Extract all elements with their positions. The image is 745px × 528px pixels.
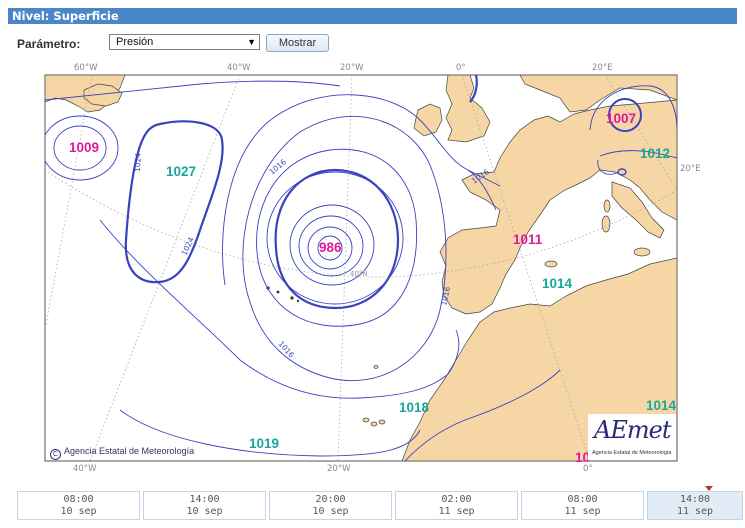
latitude-label: 40°N bbox=[350, 270, 368, 278]
copyright-notice: C Agencia Estatal de Meteorología bbox=[50, 446, 194, 460]
pressure-center-label: 1019 bbox=[249, 436, 279, 451]
mallorca-coast bbox=[544, 260, 558, 268]
timeline-slot-date: 11 sep bbox=[438, 506, 475, 517]
azores-island bbox=[276, 290, 280, 294]
dropdown-arrow-icon: ▼ bbox=[247, 37, 256, 47]
timeline-slot-time: 14:00 bbox=[679, 494, 711, 505]
longitude-label-top: 40°W bbox=[227, 63, 251, 73]
timeline-slot[interactable]: 14:00 10 sep bbox=[143, 491, 266, 520]
longitude-label-bottom: 20°W bbox=[327, 464, 351, 474]
timeline-slot-date: 10 sep bbox=[186, 506, 223, 517]
timeline-slot-active[interactable]: 14:00 11 sep bbox=[647, 491, 743, 520]
sardinia-coast bbox=[601, 215, 611, 233]
longitude-label-top: 20°E bbox=[592, 63, 612, 73]
longitude-label-bottom: 0° bbox=[583, 464, 593, 474]
isobar-label: 1024 bbox=[133, 152, 143, 172]
longitude-label-right: 20°E bbox=[680, 164, 700, 174]
pressure-center-label: 1014 bbox=[646, 398, 677, 413]
pressure-center-label: 1012 bbox=[640, 146, 670, 161]
timeline: 08:00 10 sep 14:00 10 sep 20:00 10 sep 0… bbox=[17, 491, 745, 521]
pressure-center-label: 986 bbox=[319, 240, 342, 255]
timeline-slot-time: 08:00 bbox=[63, 494, 94, 505]
canary-island-coast bbox=[362, 417, 370, 423]
madeira-coast bbox=[373, 365, 379, 369]
parameter-select[interactable]: Presión ▼ bbox=[109, 34, 260, 50]
logo-wordmark: AEmet bbox=[594, 416, 671, 444]
timeline-slot[interactable]: 08:00 10 sep bbox=[17, 491, 140, 520]
copyright-text: Agencia Estatal de Meteorología bbox=[64, 446, 195, 456]
timeline-slot-time: 02:00 bbox=[441, 494, 472, 505]
timeline-slot-time: 14:00 bbox=[189, 494, 220, 505]
timeline-slot-date: 10 sep bbox=[312, 506, 349, 517]
pressure-center-label: 1014 bbox=[542, 276, 573, 291]
canary-island-coast bbox=[370, 421, 378, 427]
timeline-slot-date: 10 sep bbox=[60, 506, 97, 517]
pressure-center-label: 1009 bbox=[69, 140, 99, 155]
longitude-label-bottom: 40°W bbox=[73, 464, 97, 474]
sicily-coast bbox=[633, 247, 651, 257]
pressure-center-label: 1018 bbox=[399, 400, 430, 415]
level-title: Nivel: Superficie bbox=[12, 9, 119, 23]
longitude-label-top: 60°W bbox=[74, 63, 98, 73]
timeline-slot-date: 11 sep bbox=[564, 506, 601, 517]
corsica-coast bbox=[603, 199, 611, 213]
azores-island bbox=[296, 299, 300, 303]
logo-subtitle: Agencia Estatal de Meteorología bbox=[592, 450, 672, 456]
longitude-label-top: 0° bbox=[456, 63, 466, 73]
azores-island bbox=[290, 296, 294, 300]
timeline-slot[interactable]: 08:00 11 sep bbox=[521, 491, 644, 520]
timeline-slot-date: 11 sep bbox=[676, 506, 714, 517]
parameter-label: Parámetro: bbox=[17, 37, 81, 51]
copyright-icon: C bbox=[50, 449, 61, 460]
timeline-slot-time: 20:00 bbox=[315, 494, 346, 505]
timeline-slot[interactable]: 02:00 11 sep bbox=[395, 491, 518, 520]
aemet-logo: AEmet Agencia Estatal de Meteorología bbox=[588, 414, 676, 460]
pressure-center-label: 1011 bbox=[513, 232, 543, 247]
timeline-slot[interactable]: 20:00 10 sep bbox=[269, 491, 392, 520]
parameter-select-value: Presión bbox=[116, 36, 154, 48]
show-button[interactable]: Mostrar bbox=[266, 34, 329, 52]
longitude-label-top: 20°W bbox=[340, 63, 364, 73]
timeline-slot-time: 08:00 bbox=[567, 494, 598, 505]
canary-island-coast bbox=[378, 419, 386, 425]
pressure-center-label: 1007 bbox=[606, 111, 636, 126]
level-title-bar: Nivel: Superficie bbox=[8, 8, 737, 24]
pressure-center-label: 1027 bbox=[166, 164, 196, 179]
